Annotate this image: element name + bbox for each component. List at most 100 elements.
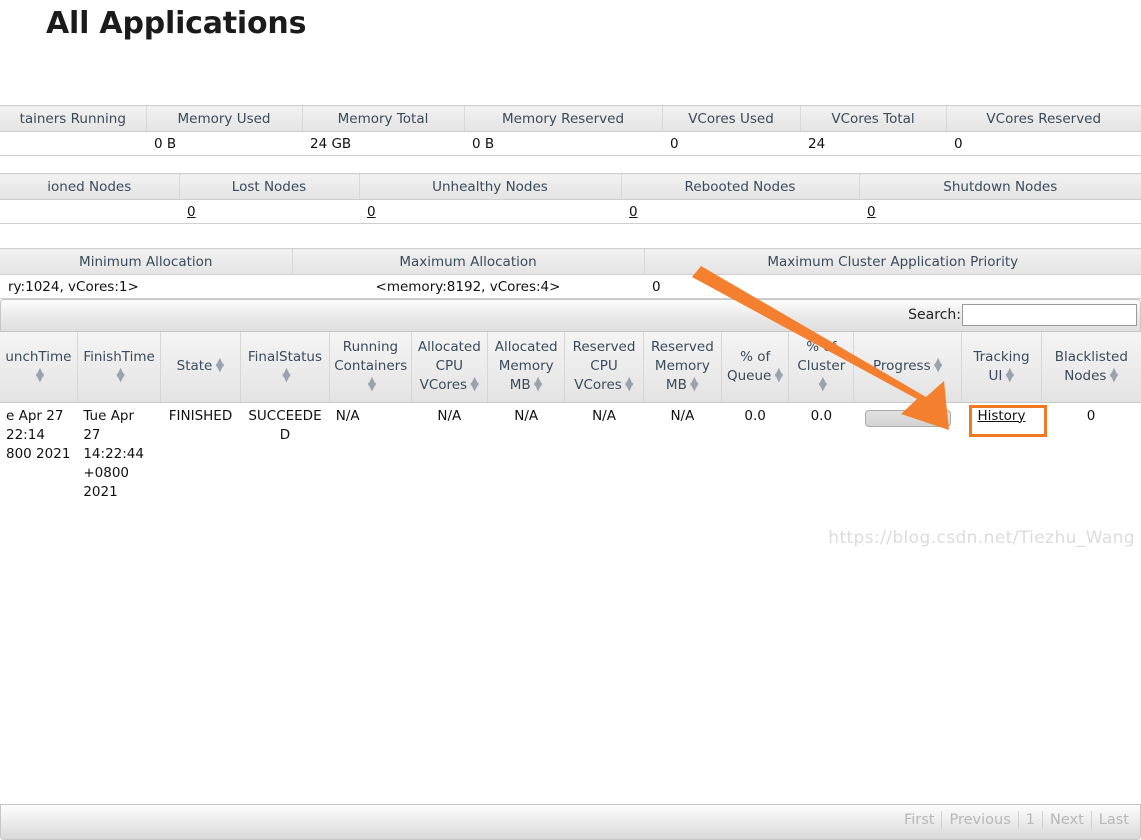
- lost-nodes-link[interactable]: 0: [187, 204, 196, 220]
- sort-icon[interactable]: ▲ ▼: [116, 366, 125, 383]
- table-header-row: Minimum Allocation Maximum Allocation Ma…: [0, 248, 1141, 275]
- cell-running-containers: N/A: [329, 402, 412, 506]
- sort-icon[interactable]: ▲ ▼: [1005, 366, 1014, 383]
- col-allocated-cpu-vcores[interactable]: Allocated CPU VCores ▲ ▼: [410, 332, 488, 403]
- cell-blacklisted-nodes: 0: [1041, 402, 1141, 506]
- sort-icon[interactable]: ▲ ▼: [934, 356, 943, 373]
- cell-pct-of-queue: 0.0: [721, 402, 789, 506]
- col-allocated-memory-mb-label: Allocated Memory MB: [494, 339, 558, 394]
- apps-table-header-row: unchTime ▲ ▼ FinishTime ▲ ▼ State ▲ ▼ FinalSta…: [0, 332, 1141, 403]
- col-launch-time[interactable]: unchTime ▲ ▼: [0, 332, 78, 403]
- applications-panel: Search: unchTime ▲ ▼ FinishTime ▲ ▼ State ▲ ▼ …: [0, 299, 1141, 840]
- cell-state: FINISHED: [160, 402, 241, 506]
- search-area: Search:: [908, 304, 1137, 326]
- pagination-page-1[interactable]: 1: [1017, 811, 1042, 829]
- cell-decommissioned-nodes: [0, 199, 179, 224]
- col-final-status[interactable]: FinalStatus ▲ ▼: [239, 332, 330, 403]
- sort-icon[interactable]: ▲ ▼: [282, 366, 291, 383]
- pagination: First Previous 1 Next Last: [897, 811, 1136, 829]
- col-allocated-memory-mb[interactable]: Allocated Memory MB ▲ ▼: [486, 332, 565, 403]
- pagination-previous[interactable]: Previous: [941, 811, 1017, 829]
- table-row: 0 B 24 GB 0 B 0 24 0: [0, 131, 1141, 156]
- col-pct-of-cluster-label: % of Cluster: [797, 339, 846, 375]
- sort-icon[interactable]: ▲ ▼: [215, 356, 224, 373]
- col-state[interactable]: State ▲ ▼: [160, 332, 241, 403]
- cell-maximum-cluster-application-priority: 0: [644, 274, 1141, 299]
- col-pct-of-queue-label: % of Queue: [726, 348, 772, 384]
- history-link[interactable]: History: [977, 408, 1025, 424]
- cell-memory-total: 24 GB: [302, 131, 464, 156]
- col-containers-running: tainers Running: [0, 105, 146, 132]
- col-memory-used: Memory Used: [145, 105, 302, 132]
- col-maximum-allocation: Maximum Allocation: [291, 248, 644, 275]
- cell-shutdown-nodes: 0: [859, 199, 1141, 224]
- cell-containers-running: [0, 131, 146, 156]
- search-label: Search:: [908, 307, 961, 323]
- sort-icon[interactable]: ▲ ▼: [470, 375, 479, 392]
- col-decommissioned-nodes: ioned Nodes: [0, 173, 179, 200]
- cell-finish-time: Tue Apr 27 14:22:44 +0800 2021: [77, 402, 161, 506]
- table-row: ry:1024, vCores:1> <memory:8192, vCores:…: [0, 274, 1141, 299]
- cell-final-status: SUCCEEDED: [240, 402, 330, 506]
- pagination-last[interactable]: Last: [1090, 811, 1136, 829]
- table-header-row: tainers Running Memory Used Memory Total…: [0, 105, 1141, 132]
- watermark: https://blog.csdn.net/Tiezhu_Wang: [828, 528, 1135, 548]
- page-title: All Applications: [46, 6, 307, 41]
- col-finish-time-label: FinishTime: [83, 348, 155, 365]
- col-unhealthy-nodes: Unhealthy Nodes: [358, 173, 621, 200]
- cluster-metrics-table: tainers Running Memory Used Memory Total…: [0, 105, 1141, 156]
- sort-icon[interactable]: ▲ ▼: [818, 375, 827, 392]
- col-launch-time-label: unchTime: [5, 348, 72, 365]
- search-input[interactable]: [962, 304, 1137, 326]
- cell-pct-of-cluster: 0.0: [788, 402, 854, 506]
- node-metrics-table: ioned Nodes Lost Nodes Unhealthy Nodes R…: [0, 173, 1141, 224]
- cell-tracking-ui: History: [961, 402, 1042, 506]
- col-running-containers[interactable]: Running Containers ▲ ▼: [329, 332, 412, 403]
- cell-lost-nodes: 0: [179, 199, 359, 224]
- col-memory-reserved: Memory Reserved: [463, 105, 662, 132]
- sort-icon[interactable]: ▲ ▼: [367, 375, 376, 392]
- applications-table: unchTime ▲ ▼ FinishTime ▲ ▼ State ▲ ▼ FinalSta…: [0, 332, 1141, 506]
- table-row: 0 0 0 0: [0, 199, 1141, 224]
- cell-allocated-cpu-vcores: N/A: [411, 402, 488, 506]
- cell-vcores-used: 0: [662, 131, 800, 156]
- col-reserved-memory-mb[interactable]: Reserved Memory MB ▲ ▼: [642, 332, 722, 403]
- sort-icon[interactable]: ▲ ▼: [35, 366, 44, 383]
- col-reserved-cpu-vcores[interactable]: Reserved CPU VCores ▲ ▼: [564, 332, 644, 403]
- sort-icon[interactable]: ▲ ▼: [625, 375, 634, 392]
- cell-vcores-total: 24: [800, 131, 946, 156]
- col-shutdown-nodes: Shutdown Nodes: [858, 173, 1141, 200]
- col-pct-of-queue[interactable]: % of Queue ▲ ▼: [721, 332, 789, 403]
- sort-icon[interactable]: ▲ ▼: [1109, 366, 1118, 383]
- cell-allocated-memory-mb: N/A: [487, 402, 565, 506]
- scheduler-metrics-table: Minimum Allocation Maximum Allocation Ma…: [0, 248, 1141, 299]
- col-pct-of-cluster[interactable]: % of Cluster ▲ ▼: [788, 332, 854, 403]
- pagination-first[interactable]: First: [897, 811, 942, 829]
- col-final-status-label: FinalStatus: [247, 348, 323, 365]
- unhealthy-nodes-link[interactable]: 0: [367, 204, 376, 220]
- rebooted-nodes-link[interactable]: 0: [629, 204, 638, 220]
- cell-reserved-memory-mb: N/A: [643, 402, 722, 506]
- col-reserved-memory-mb-label: Reserved Memory MB: [650, 339, 714, 394]
- col-progress-label: Progress: [873, 358, 931, 375]
- table-header-row: ioned Nodes Lost Nodes Unhealthy Nodes R…: [0, 173, 1141, 200]
- sort-icon[interactable]: ▲ ▼: [690, 375, 699, 392]
- sort-icon[interactable]: ▲ ▼: [534, 375, 543, 392]
- sort-icon[interactable]: ▲ ▼: [774, 366, 783, 383]
- col-rebooted-nodes: Rebooted Nodes: [620, 173, 859, 200]
- col-blacklisted-nodes[interactable]: Blacklisted Nodes ▲ ▼: [1040, 332, 1141, 403]
- col-lost-nodes: Lost Nodes: [178, 173, 359, 200]
- col-tracking-ui[interactable]: Tracking UI ▲ ▼: [961, 332, 1042, 403]
- pagination-next[interactable]: Next: [1042, 811, 1091, 829]
- col-vcores-used: VCores Used: [661, 105, 800, 132]
- col-running-containers-label: Running Containers: [334, 339, 408, 375]
- cell-memory-used: 0 B: [146, 131, 302, 156]
- cell-launch-time: e Apr 27 22:14 800 2021: [0, 402, 78, 506]
- cell-unhealthy-nodes: 0: [359, 199, 621, 224]
- applications-footer: First Previous 1 Next Last: [0, 804, 1141, 840]
- col-progress[interactable]: Progress ▲ ▼: [853, 332, 962, 403]
- col-tracking-ui-label: Tracking UI: [973, 348, 1030, 384]
- col-finish-time[interactable]: FinishTime ▲ ▼: [76, 332, 161, 403]
- col-memory-total: Memory Total: [301, 105, 464, 132]
- shutdown-nodes-link[interactable]: 0: [867, 204, 876, 220]
